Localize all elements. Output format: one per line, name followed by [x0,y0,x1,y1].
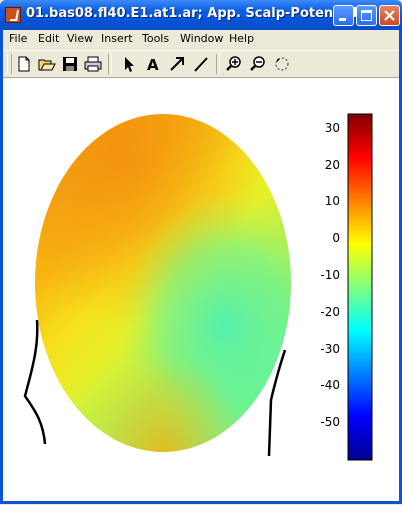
text-icon[interactable]: A [144,55,162,73]
close-button[interactable] [379,5,400,26]
toolbar-grip[interactable] [7,54,12,74]
colorbar-tick-label: 10 [324,194,340,209]
window-title: 01.bas08.fl40.E1.at1.ar; App. Scalp-Pote… [26,6,358,21]
figure-canvas[interactable]: 30 20 10 0 -10 -20 -30 -40 -50 [3,78,399,501]
toolbar-separator [108,54,112,74]
rotate-icon[interactable] [273,55,291,73]
open-folder-icon[interactable] [38,55,56,73]
toolbar-separator [216,54,220,74]
zoom-out-icon[interactable] [249,55,267,73]
menu-bar: File Edit View Insert Tools Window Help [3,30,399,50]
svg-text:A: A [147,56,159,73]
menu-edit[interactable]: Edit [38,32,59,45]
print-icon[interactable] [84,55,102,73]
menu-view[interactable]: View [67,32,93,45]
colorbar-tick-label: -50 [320,415,340,430]
scalp-potential-map [35,114,291,452]
left-ear-outline [23,319,47,445]
line-icon[interactable] [192,55,210,73]
minimize-button[interactable] [333,5,354,26]
save-icon[interactable] [61,55,79,73]
zoom-in-icon[interactable] [225,55,243,73]
new-file-icon[interactable] [15,55,33,73]
select-arrow-icon[interactable] [120,55,138,73]
maximize-button[interactable] [356,5,377,26]
menu-tools[interactable]: Tools [142,32,169,45]
menu-window[interactable]: Window [180,32,223,45]
scalp-map-plot[interactable] [3,78,399,501]
menu-file[interactable]: File [9,32,27,45]
title-bar[interactable]: 01.bas08.fl40.E1.at1.ar; App. Scalp-Pote… [0,0,402,30]
menu-help[interactable]: Help [229,32,254,45]
colorbar-tick-label: 0 [332,231,340,246]
toolbar: A [3,50,399,78]
colorbar-tick-label: -30 [320,341,340,356]
menu-insert[interactable]: Insert [101,32,133,45]
colorbar-tick-label: -20 [320,304,340,319]
figure-window: 01.bas08.fl40.E1.at1.ar; App. Scalp-Pote… [0,0,402,504]
colorbar-tick-label: 30 [324,120,340,135]
colorbar-tick-label: -10 [320,267,340,282]
arrow-icon[interactable] [168,55,186,73]
matlab-icon[interactable] [5,7,21,23]
colorbar-tick-label: 20 [324,157,340,172]
colorbar-tick-label: -40 [320,378,340,393]
colorbar[interactable] [347,113,373,461]
